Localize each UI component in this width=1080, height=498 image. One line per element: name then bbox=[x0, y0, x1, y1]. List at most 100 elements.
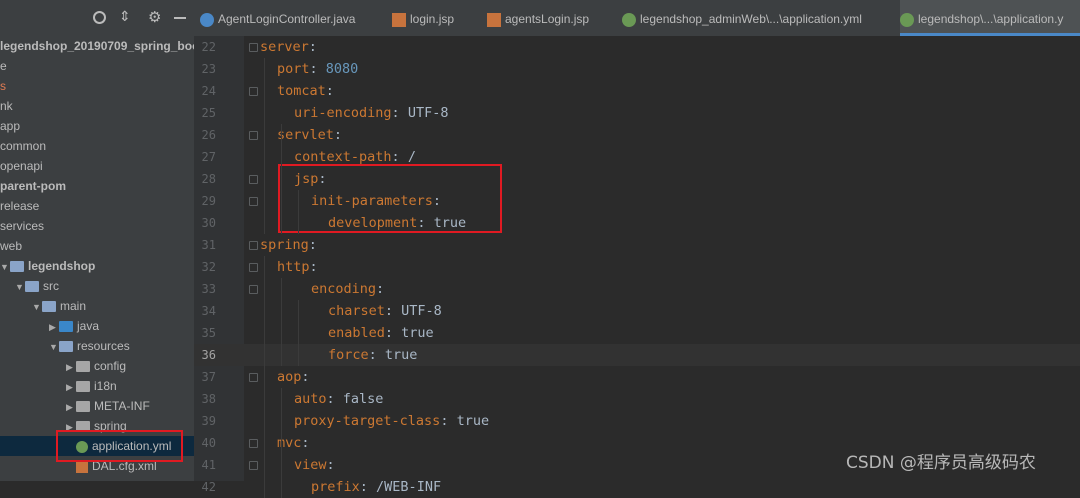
fold-icon[interactable] bbox=[249, 241, 258, 250]
tree-item-label: i18n bbox=[94, 379, 117, 393]
yaml-value: 8080 bbox=[317, 61, 359, 77]
tree-item-label: web bbox=[0, 239, 23, 253]
tab-label: legendshop\...\application.y bbox=[918, 12, 1064, 26]
tree-item[interactable]: common bbox=[0, 136, 46, 156]
fold-icon[interactable] bbox=[249, 439, 258, 448]
yaml-colon: : bbox=[417, 215, 426, 231]
tree-item[interactable]: ▶ META-INF bbox=[0, 396, 150, 416]
tree-item[interactable]: ▶ i18n bbox=[0, 376, 117, 396]
tree-item[interactable]: nk bbox=[0, 96, 13, 116]
chevron-right-icon[interactable]: ▶ bbox=[66, 377, 76, 397]
yaml-key: http bbox=[277, 259, 310, 275]
line-number: 38 bbox=[201, 392, 216, 406]
fold-icon[interactable] bbox=[249, 43, 258, 52]
yaml-key: development bbox=[328, 215, 418, 231]
tree-item[interactable]: s bbox=[0, 76, 6, 96]
tree-item-label: resources bbox=[77, 339, 130, 353]
line-number: 26 bbox=[201, 128, 216, 142]
editor-tab[interactable]: agentsLogin.jsp bbox=[487, 0, 617, 36]
fold-icon[interactable] bbox=[249, 197, 258, 206]
tree-item-label: legendshop_20190709_spring_boot bbox=[0, 39, 195, 53]
tree-item[interactable]: parent-pom bbox=[0, 176, 66, 196]
line-number: 31 bbox=[201, 238, 216, 252]
tree-item-label: legendshop bbox=[28, 259, 96, 273]
tree-item[interactable]: ▼ src bbox=[0, 276, 59, 296]
tree-item-label: java bbox=[77, 319, 100, 333]
tree-item[interactable]: openapi bbox=[0, 156, 43, 176]
tree-item-label: openapi bbox=[0, 159, 43, 173]
line-number: 37 bbox=[201, 370, 216, 384]
minimize-icon[interactable] bbox=[174, 17, 186, 19]
chevron-down-icon[interactable]: ▼ bbox=[32, 297, 42, 317]
tree-item[interactable]: ▼ legendshop bbox=[0, 256, 95, 276]
line-number: 41 bbox=[201, 458, 216, 472]
target-icon[interactable] bbox=[93, 11, 106, 24]
yaml-key: proxy-target-class bbox=[294, 413, 441, 429]
code-line: jsp: bbox=[294, 168, 327, 190]
fold-icon[interactable] bbox=[249, 87, 258, 96]
code-line: force: true bbox=[328, 344, 417, 366]
collapse-icon[interactable]: ⇕ bbox=[119, 9, 131, 25]
yaml-key: enabled bbox=[328, 325, 385, 341]
folder-icon bbox=[25, 281, 39, 293]
yaml-key: auto bbox=[294, 391, 327, 407]
folder-icon bbox=[10, 261, 24, 273]
xml-file-icon bbox=[76, 460, 88, 473]
yaml-colon: : bbox=[308, 237, 317, 253]
tree-item-label: src bbox=[43, 279, 59, 293]
jsp-icon bbox=[487, 12, 501, 27]
fold-icon[interactable] bbox=[249, 175, 258, 184]
chevron-down-icon[interactable]: ▼ bbox=[0, 257, 10, 277]
tree-item[interactable]: legendshop_20190709_spring_boot bbox=[0, 36, 195, 56]
tree-item[interactable]: ▶ config bbox=[0, 356, 126, 376]
folder-icon bbox=[76, 401, 90, 413]
watermark-text: CSDN @程序员高级码农 bbox=[846, 453, 1036, 473]
fold-icon[interactable] bbox=[249, 131, 258, 140]
code-line: aop: bbox=[277, 366, 310, 388]
gear-icon[interactable]: ⚙ bbox=[148, 8, 161, 26]
tree-item[interactable]: web bbox=[0, 236, 22, 256]
chevron-down-icon[interactable]: ▼ bbox=[15, 277, 25, 297]
watermark: CSDN @程序员高级码农 bbox=[846, 448, 1036, 473]
chevron-right-icon[interactable]: ▶ bbox=[49, 317, 59, 337]
tree-item[interactable]: ▼ resources bbox=[0, 336, 130, 356]
yaml-value: true bbox=[376, 347, 418, 363]
editor-tab[interactable]: AgentLoginController.java bbox=[200, 0, 386, 36]
code-line: proxy-target-class: true bbox=[294, 410, 489, 432]
tree-item[interactable]: e bbox=[0, 56, 7, 76]
tree-item[interactable]: release bbox=[0, 196, 39, 216]
chevron-right-icon[interactable]: ▶ bbox=[66, 357, 76, 377]
tree-item-label: e bbox=[0, 59, 7, 73]
editor-tab[interactable]: login.jsp bbox=[392, 0, 482, 36]
fold-icon[interactable] bbox=[249, 461, 258, 470]
code-editor[interactable]: server: port: 8080 tomcat: uri-encoding: UT… bbox=[244, 36, 1080, 498]
yaml-key: aop bbox=[277, 369, 302, 385]
folder-icon bbox=[76, 381, 90, 393]
code-line: server: bbox=[260, 36, 317, 58]
editor-tab[interactable]: legendshop\...\application.y bbox=[900, 0, 1080, 36]
code-line: auto: false bbox=[294, 388, 383, 410]
tree-item[interactable]: app bbox=[0, 116, 20, 136]
tree-item[interactable]: ▼ main bbox=[0, 296, 86, 316]
project-tree-panel: ⇕ ⚙ legendshop_20190709_spring_boote s nk a… bbox=[0, 0, 195, 481]
folder-icon bbox=[59, 321, 73, 333]
code-line: servlet: bbox=[277, 124, 342, 146]
editor-tab[interactable]: legendshop_adminWeb\...\application.yml bbox=[622, 0, 894, 36]
yaml-key: tomcat bbox=[277, 83, 326, 99]
yaml-colon: : bbox=[318, 171, 327, 187]
indent-guide bbox=[298, 190, 299, 234]
fold-icon[interactable] bbox=[249, 285, 258, 294]
fold-icon[interactable] bbox=[249, 373, 258, 382]
yaml-value: /WEB-INF bbox=[367, 479, 442, 495]
yaml-colon: : bbox=[391, 105, 400, 121]
chevron-down-icon[interactable]: ▼ bbox=[49, 337, 59, 357]
indent-guide bbox=[281, 124, 282, 234]
chevron-right-icon[interactable]: ▶ bbox=[66, 397, 76, 417]
fold-icon[interactable] bbox=[249, 263, 258, 272]
yaml-colon: : bbox=[359, 479, 368, 495]
tree-item-label: META-INF bbox=[94, 399, 150, 413]
tree-item[interactable]: ▶ java bbox=[0, 316, 99, 336]
yaml-key: encoding bbox=[311, 281, 377, 297]
line-number: 35 bbox=[201, 326, 216, 340]
tree-item[interactable]: services bbox=[0, 216, 44, 236]
